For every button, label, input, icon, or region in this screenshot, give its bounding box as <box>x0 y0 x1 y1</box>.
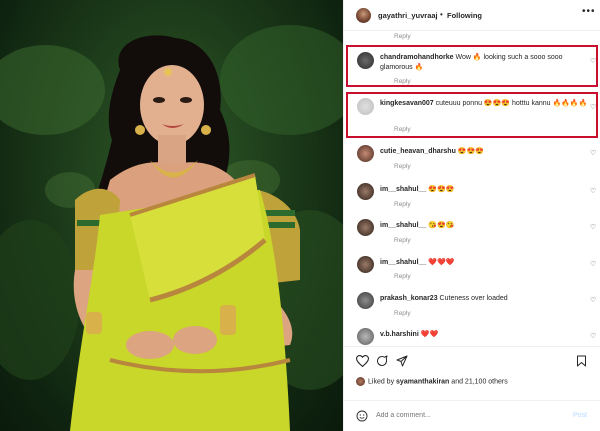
reply-link[interactable]: Reply <box>394 201 411 208</box>
post-button[interactable]: Post <box>573 412 587 419</box>
post-photo <box>0 0 343 431</box>
comment-composer: Post <box>344 400 600 431</box>
comment-text: im__shahul__ ❤️❤️❤️ <box>380 258 590 268</box>
post-header: gayathri_yuvraaj • Following ••• <box>344 0 600 31</box>
comment-icon[interactable] <box>376 355 388 367</box>
reply-link[interactable]: Reply <box>394 163 411 170</box>
share-icon[interactable] <box>396 355 408 367</box>
reply-link[interactable]: Reply <box>394 310 411 317</box>
author-username[interactable]: gayathri_yuvraaj <box>378 11 438 20</box>
emoji-icon[interactable] <box>356 410 368 422</box>
like-comment-heart-icon[interactable]: ♡ <box>590 260 596 268</box>
header-separator: • <box>440 10 443 19</box>
comment-username[interactable]: prakash_konar23 <box>380 295 438 302</box>
comments-panel: gayathri_yuvraaj • Following ••• Reply c… <box>343 0 600 431</box>
bookmark-icon[interactable] <box>576 355 587 367</box>
author-avatar[interactable] <box>356 8 371 23</box>
comment-body: 😍😍😍 <box>457 148 484 155</box>
comment-text: cutie_heavan_dharshu 😍😍😍 <box>380 147 590 157</box>
more-icon[interactable]: ••• <box>582 6 596 17</box>
following-button[interactable]: Following <box>447 11 482 20</box>
commenter-avatar[interactable] <box>357 183 374 200</box>
like-comment-heart-icon[interactable]: ♡ <box>590 296 596 304</box>
comment-text: im__shahul__ 😍😍😍 <box>380 185 590 195</box>
comment-text: im__shahul__ 😘😍😘 <box>380 221 590 231</box>
commenter-avatar[interactable] <box>357 219 374 236</box>
like-comment-heart-icon[interactable]: ♡ <box>590 187 596 195</box>
comment-username[interactable]: im__shahul__ <box>380 222 426 229</box>
comment-username[interactable]: im__shahul__ <box>380 259 426 266</box>
liker-avatar[interactable] <box>356 377 365 386</box>
comment-body: Cuteness over loaded <box>439 295 508 302</box>
highlight-box <box>346 92 598 138</box>
woman-in-saree-photo <box>0 25 343 431</box>
comment-text: prakash_konar23 Cuteness over loaded <box>380 294 590 304</box>
liker-username[interactable]: syamanthakiran <box>396 378 449 385</box>
like-comment-heart-icon[interactable]: ♡ <box>590 149 596 157</box>
commenter-avatar[interactable] <box>357 292 374 309</box>
reply-link[interactable]: Reply <box>394 237 411 244</box>
comment-username[interactable]: v.b.harshini <box>380 331 419 338</box>
comment-body: ❤️❤️ <box>420 331 439 338</box>
commenter-avatar[interactable] <box>357 328 374 345</box>
likes-prefix: Liked by <box>368 378 395 386</box>
action-bar <box>344 346 600 376</box>
comment-body: ❤️❤️❤️ <box>428 259 455 266</box>
likes-summary: Liked by syamanthakiran and 21,100 other… <box>356 377 508 386</box>
commenter-avatar[interactable] <box>357 145 374 162</box>
like-comment-heart-icon[interactable]: ♡ <box>590 332 596 340</box>
comment-input[interactable] <box>376 412 556 419</box>
comment-username[interactable]: cutie_heavan_dharshu <box>380 148 456 155</box>
heart-icon[interactable] <box>356 355 369 367</box>
comment-body: 😍😍😍 <box>428 186 455 193</box>
comment-username[interactable]: im__shahul__ <box>380 186 426 193</box>
like-comment-heart-icon[interactable]: ♡ <box>590 223 596 231</box>
comment-body: 😘😍😘 <box>428 222 455 229</box>
likes-count[interactable]: and 21,100 others <box>451 378 507 385</box>
comment-text: v.b.harshini ❤️❤️ <box>380 330 590 340</box>
commenter-avatar[interactable] <box>357 256 374 273</box>
reply-link[interactable]: Reply <box>394 273 411 280</box>
highlight-box <box>346 45 598 87</box>
reply-link[interactable]: Reply <box>394 33 411 40</box>
